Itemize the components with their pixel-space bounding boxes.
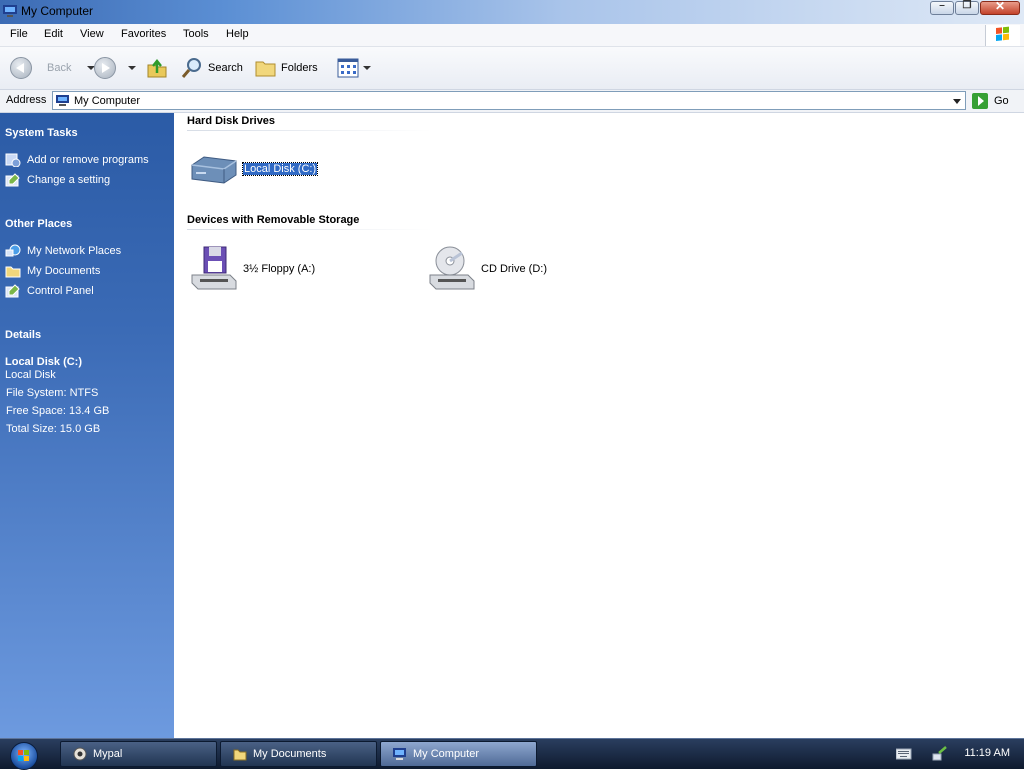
go-button[interactable]: Go: [972, 91, 1009, 111]
my-documents-icon: [5, 266, 21, 278]
up-folder-button[interactable]: [146, 47, 168, 89]
my-documents-link[interactable]: My Documents: [5, 264, 100, 278]
change-setting-link[interactable]: Change a setting: [5, 173, 110, 187]
address-input[interactable]: My Computer: [52, 91, 966, 110]
forward-arrow-icon: [94, 57, 116, 79]
menu-edit[interactable]: Edit: [44, 28, 63, 40]
my-computer-icon: [3, 5, 17, 17]
my-computer-icon: [56, 95, 69, 106]
local-disk-c-label[interactable]: Local Disk (C:): [241, 162, 319, 176]
details-total-size: Total Size: 15.0 GB: [6, 423, 101, 435]
title-bar[interactable]: My Computer – ❐ ✕: [0, 0, 1024, 24]
search-icon: [181, 58, 201, 78]
details-heading[interactable]: Details: [5, 329, 41, 341]
group-heading-removable: Devices with Removable Storage: [187, 214, 360, 226]
other-places-heading[interactable]: Other Places: [5, 218, 72, 230]
address-bar: Address My Computer Go: [0, 90, 1024, 113]
window-title: My Computer: [21, 4, 94, 18]
floppy-a-label[interactable]: 3½ Floppy (A:): [243, 263, 315, 275]
details-free-space: Free Space: 13.4 GB: [6, 405, 110, 417]
my-network-places-link[interactable]: My Network Places: [5, 244, 121, 258]
views-dropdown-icon[interactable]: [363, 66, 371, 70]
minimize-button[interactable]: –: [930, 0, 954, 15]
system-tray: 11:19 AM: [884, 739, 1024, 769]
details-type: Local Disk: [5, 369, 56, 381]
views-icon: [337, 58, 359, 78]
cd-drive-icon[interactable]: [428, 245, 476, 293]
back-arrow-icon: [10, 57, 32, 79]
folders-button[interactable]: Folders: [255, 47, 318, 89]
menu-help[interactable]: Help: [226, 28, 249, 40]
go-arrow-icon: [972, 93, 988, 109]
folders-icon: [255, 61, 276, 77]
add-remove-programs-icon: [5, 153, 21, 167]
floppy-drive-icon[interactable]: [190, 245, 238, 293]
restore-button[interactable]: ❐: [955, 0, 979, 15]
forward-button[interactable]: [94, 47, 136, 89]
network-icon[interactable]: [932, 746, 948, 762]
taskbar-button-mypal[interactable]: Mypal: [60, 741, 217, 767]
control-panel-icon: [5, 284, 20, 298]
keyboard-icon[interactable]: [896, 748, 912, 760]
system-tasks-heading[interactable]: System Tasks: [5, 127, 78, 139]
task-pane: System Tasks Add or remove programs Chan…: [0, 113, 174, 738]
taskbar: Mypal My Documents My Computer 11:19 AM: [0, 738, 1024, 770]
back-button[interactable]: Back: [10, 47, 96, 89]
group-divider: [187, 130, 432, 131]
menu-tools[interactable]: Tools: [183, 28, 209, 40]
taskbar-button-my-computer[interactable]: My Computer: [380, 741, 537, 767]
group-heading-hard-disks: Hard Disk Drives: [187, 115, 276, 127]
control-panel-icon: [5, 173, 20, 187]
group-divider: [187, 229, 432, 230]
hard-disk-icon[interactable]: [190, 147, 238, 195]
start-button[interactable]: [10, 742, 38, 770]
address-value: My Computer: [74, 95, 141, 107]
address-label: Address: [6, 94, 47, 106]
clock[interactable]: 11:19 AM: [964, 747, 1010, 759]
forward-dropdown-icon[interactable]: [128, 66, 136, 70]
folder-icon: [233, 749, 247, 761]
menu-view[interactable]: View: [80, 28, 104, 40]
menu-favorites[interactable]: Favorites: [121, 28, 166, 40]
toolbar: Back Search Folders: [0, 47, 1024, 90]
search-button[interactable]: Search: [180, 47, 243, 89]
taskbar-button-my-documents[interactable]: My Documents: [220, 741, 377, 767]
my-computer-icon: [393, 748, 406, 760]
windows-flag-icon: [985, 25, 1020, 46]
add-remove-programs-link[interactable]: Add or remove programs: [5, 153, 149, 167]
views-button[interactable]: [337, 47, 371, 89]
mypal-browser-icon: [73, 747, 87, 761]
close-button[interactable]: ✕: [980, 0, 1020, 15]
address-dropdown-button[interactable]: [949, 92, 965, 109]
menu-file[interactable]: File: [10, 28, 28, 40]
windows-logo-icon: [18, 750, 29, 761]
network-places-icon: [5, 244, 21, 257]
up-folder-icon: [147, 58, 167, 78]
folder-view[interactable]: Hard Disk Drives Local Disk (C:) Devices…: [174, 113, 1024, 738]
menu-bar: File Edit View Favorites Tools Help: [0, 24, 1024, 47]
cd-drive-d-label[interactable]: CD Drive (D:): [481, 263, 547, 275]
details-name: Local Disk (C:): [5, 356, 83, 368]
control-panel-link[interactable]: Control Panel: [5, 284, 94, 298]
details-file-system: File System: NTFS: [6, 387, 99, 399]
